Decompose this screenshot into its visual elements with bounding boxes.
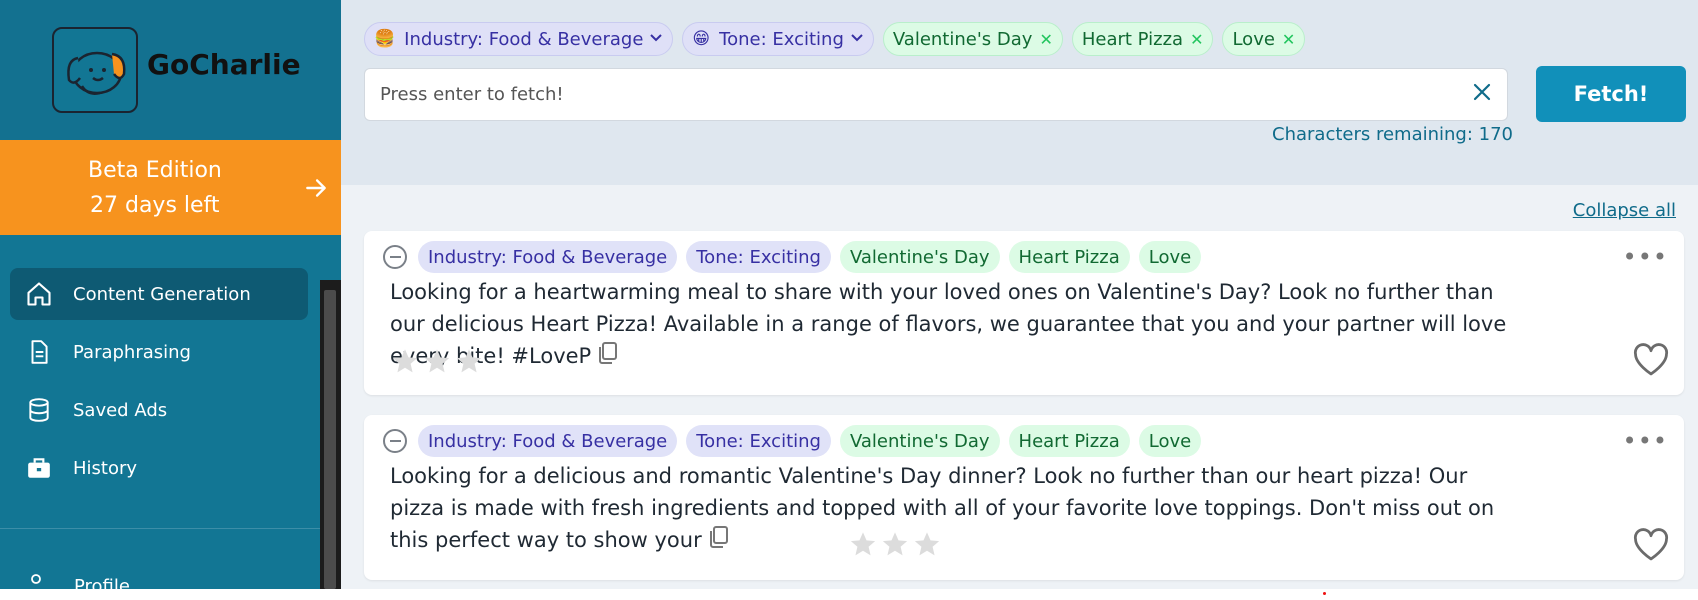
chevron-down-icon (850, 31, 864, 47)
result-tag: Tone: Exciting (686, 241, 831, 273)
star-icon[interactable] (423, 347, 451, 375)
keyword-chip[interactable]: Heart Pizza ✕ (1071, 22, 1214, 56)
heart-icon[interactable] (1632, 343, 1670, 381)
sidebar-divider (0, 528, 320, 529)
prompt-input[interactable] (365, 69, 1445, 120)
collapse-card-icon[interactable] (383, 429, 407, 453)
sidebar-item-paraphrasing[interactable]: Paraphrasing (10, 326, 308, 378)
sidebar-item-saved-ads[interactable]: Saved Ads (10, 384, 308, 436)
generator-header: 🍔 Industry: Food & Beverage 😁 Tone: Exci… (341, 0, 1698, 185)
gocharlie-logo[interactable] (52, 27, 138, 113)
characters-remaining: Characters remaining: 170 (1272, 124, 1513, 145)
result-tags: Industry: Food & Beverage Tone: Exciting… (383, 241, 1202, 273)
dog-logo-icon (67, 51, 126, 95)
close-icon[interactable]: ✕ (1190, 30, 1203, 49)
keyword-chip[interactable]: Love ✕ (1222, 22, 1306, 56)
result-card: Industry: Food & Beverage Tone: Exciting… (364, 231, 1684, 395)
close-icon[interactable]: ✕ (1282, 30, 1295, 49)
result-tag: Tone: Exciting (686, 425, 831, 457)
result-text: Looking for a heartwarming meal to share… (390, 276, 1520, 374)
results-area: Collapse all Industry: Food & Beverage T… (341, 185, 1698, 589)
star-rating[interactable] (391, 347, 483, 375)
sidebar-item-profile[interactable]: Profile (24, 572, 130, 589)
sidebar-scrollbar[interactable] (320, 280, 341, 589)
page-bottom-edge (0, 589, 1698, 600)
star-icon[interactable] (391, 347, 419, 375)
result-tag: Love (1138, 241, 1202, 273)
result-card: Industry: Food & Beverage Tone: Exciting… (364, 415, 1684, 580)
sidebar-scroll-thumb[interactable] (324, 290, 336, 589)
keyword-label: Heart Pizza (1081, 28, 1184, 50)
result-tag: Valentine's Day (839, 425, 1000, 457)
tone-label: Tone: Exciting (719, 28, 844, 50)
result-tag: Industry: Food & Beverage (418, 241, 678, 273)
industry-label: Industry: Food & Beverage (404, 28, 644, 50)
beta-edition-label: Beta Edition (88, 158, 222, 183)
clear-input-icon[interactable] (1467, 77, 1497, 107)
result-text-body: Looking for a heartwarming meal to share… (390, 280, 1507, 368)
tone-dropdown[interactable]: 😁 Tone: Exciting (682, 22, 874, 56)
beta-banner[interactable]: Beta Edition 27 days left (0, 140, 341, 235)
star-icon[interactable] (849, 530, 877, 558)
brand-name: GoCharlie (147, 48, 301, 81)
sidebar-item-label: Paraphrasing (73, 341, 191, 363)
document-icon (24, 337, 54, 367)
cursor-dot (1323, 592, 1326, 595)
sidebar-item-content-generation[interactable]: Content Generation (10, 268, 308, 320)
keyword-label: Love (1232, 28, 1275, 50)
result-tag: Valentine's Day (839, 241, 1000, 273)
sidebar-item-label: Saved Ads (73, 399, 168, 421)
sidebar-item-label: Content Generation (73, 283, 251, 305)
close-icon[interactable]: ✕ (1039, 30, 1052, 49)
result-text: Looking for a delicious and romantic Val… (390, 460, 1520, 558)
sidebar-nav: Content Generation Paraphrasing Saved Ad… (10, 268, 308, 500)
heart-icon[interactable] (1632, 528, 1670, 566)
home-icon (24, 279, 54, 309)
copy-icon[interactable] (597, 341, 619, 374)
more-options-icon[interactable]: ••• (1623, 427, 1668, 455)
logo-area: GoCharlie (0, 0, 341, 140)
star-rating[interactable] (849, 530, 941, 558)
result-tags: Industry: Food & Beverage Tone: Exciting… (383, 425, 1202, 457)
copy-icon[interactable] (708, 525, 730, 558)
collapse-card-icon[interactable] (383, 245, 407, 269)
burger-emoji-icon: 🍔 (374, 29, 396, 49)
keyword-label: Valentine's Day (892, 28, 1033, 50)
briefcase-icon (24, 453, 54, 483)
database-icon (24, 395, 54, 425)
fetch-button[interactable]: Fetch! (1536, 66, 1686, 122)
result-text-body: Looking for a delicious and romantic Val… (390, 464, 1495, 552)
prompt-input-wrapper (364, 68, 1508, 121)
sidebar-item-label: Profile (74, 576, 130, 589)
star-icon[interactable] (455, 347, 483, 375)
chevron-down-icon (649, 31, 663, 47)
keyword-chip[interactable]: Valentine's Day ✕ (882, 22, 1063, 56)
sidebar-item-label: History (73, 457, 138, 479)
result-tag: Heart Pizza (1008, 425, 1130, 457)
result-tag: Industry: Food & Beverage (418, 425, 678, 457)
filter-chips: 🍔 Industry: Food & Beverage 😁 Tone: Exci… (364, 22, 1306, 56)
collapse-all-link[interactable]: Collapse all (1573, 200, 1676, 221)
arrow-right-icon[interactable] (303, 175, 329, 205)
star-icon[interactable] (913, 530, 941, 558)
industry-dropdown[interactable]: 🍔 Industry: Food & Beverage (364, 22, 674, 56)
sidebar: GoCharlie Beta Edition 27 days left Cont… (0, 0, 341, 589)
user-icon (24, 572, 54, 589)
star-icon[interactable] (881, 530, 909, 558)
sidebar-item-history[interactable]: History (10, 442, 308, 494)
more-options-icon[interactable]: ••• (1623, 243, 1668, 271)
result-tag: Love (1138, 425, 1202, 457)
result-tag: Heart Pizza (1008, 241, 1130, 273)
grin-emoji-icon: 😁 (692, 29, 711, 49)
days-left-label: 27 days left (90, 193, 220, 218)
